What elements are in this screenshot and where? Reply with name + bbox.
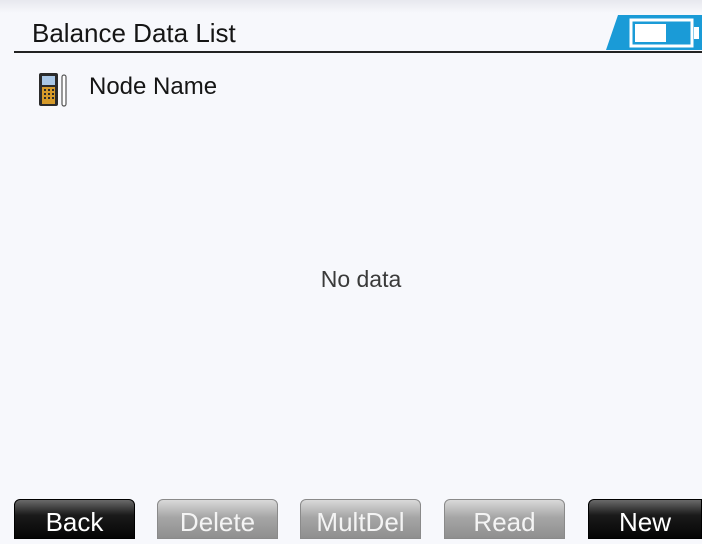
- node-name-column-label: Node Name: [89, 73, 218, 100]
- device-meter-icon: [37, 71, 71, 107]
- list-header-row: Node Name: [0, 68, 702, 107]
- new-button[interactable]: New: [588, 499, 702, 539]
- empty-state-text: No data: [320, 266, 402, 292]
- delete-button[interactable]: Delete: [157, 499, 278, 539]
- page-title: Balance Data List: [32, 18, 236, 48]
- title-bar-highlight: [0, 0, 702, 13]
- multdel-button[interactable]: MultDel: [300, 499, 421, 539]
- battery-icon: [606, 15, 702, 50]
- title-bar: Balance Data List: [0, 0, 702, 52]
- back-button[interactable]: Back: [14, 499, 135, 539]
- title-divider: [14, 51, 702, 53]
- read-button[interactable]: Read: [444, 499, 565, 539]
